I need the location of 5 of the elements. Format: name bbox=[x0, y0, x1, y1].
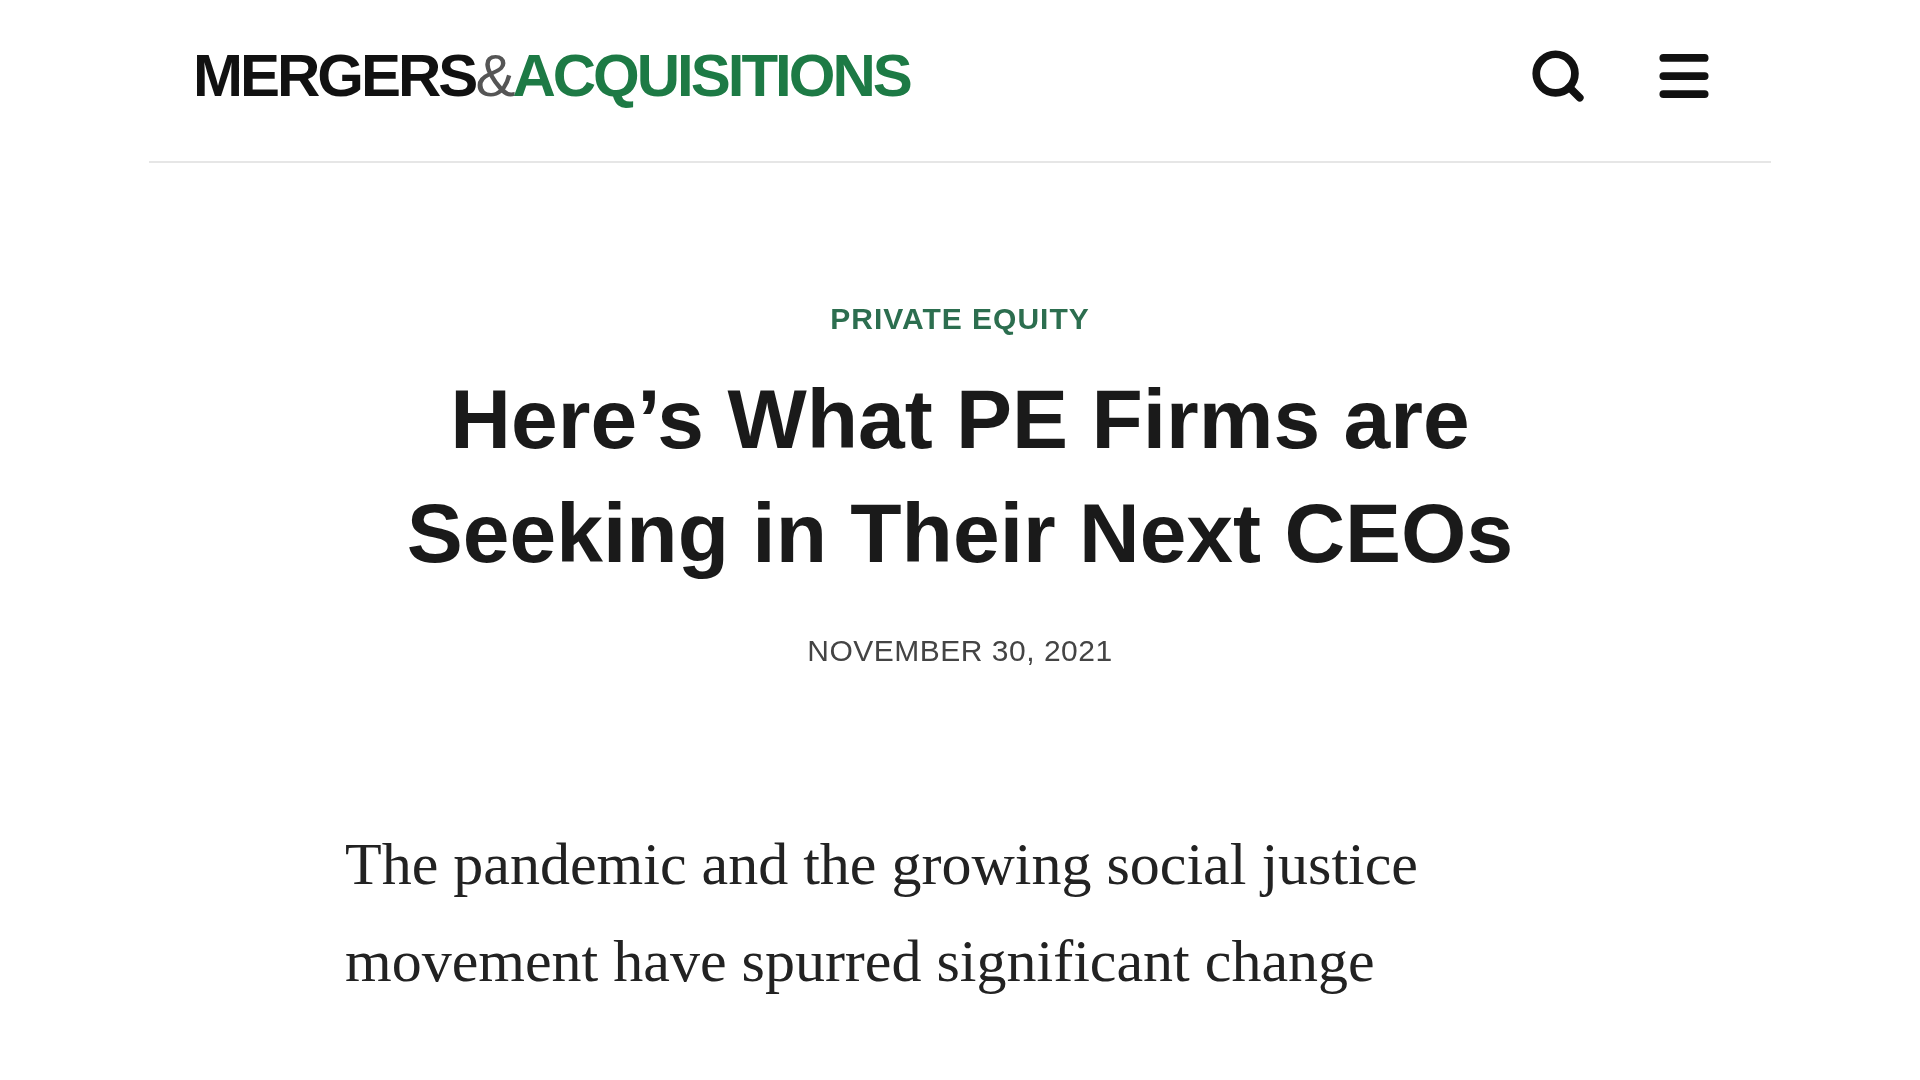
article-date: NOVEMBER 30, 2021 bbox=[807, 636, 1113, 666]
article-paragraph: The pandemic and the growing social justice movement have spurred significant change bbox=[344, 830, 1419, 996]
article-title: Here’s What PE Firms are Seeking in Their Next CEOs bbox=[405, 371, 1515, 582]
category-link[interactable]: PRIVATE EQUITY bbox=[830, 304, 1090, 334]
site-logo[interactable]: MERGERS&ACQUISITIONS bbox=[193, 45, 910, 116]
